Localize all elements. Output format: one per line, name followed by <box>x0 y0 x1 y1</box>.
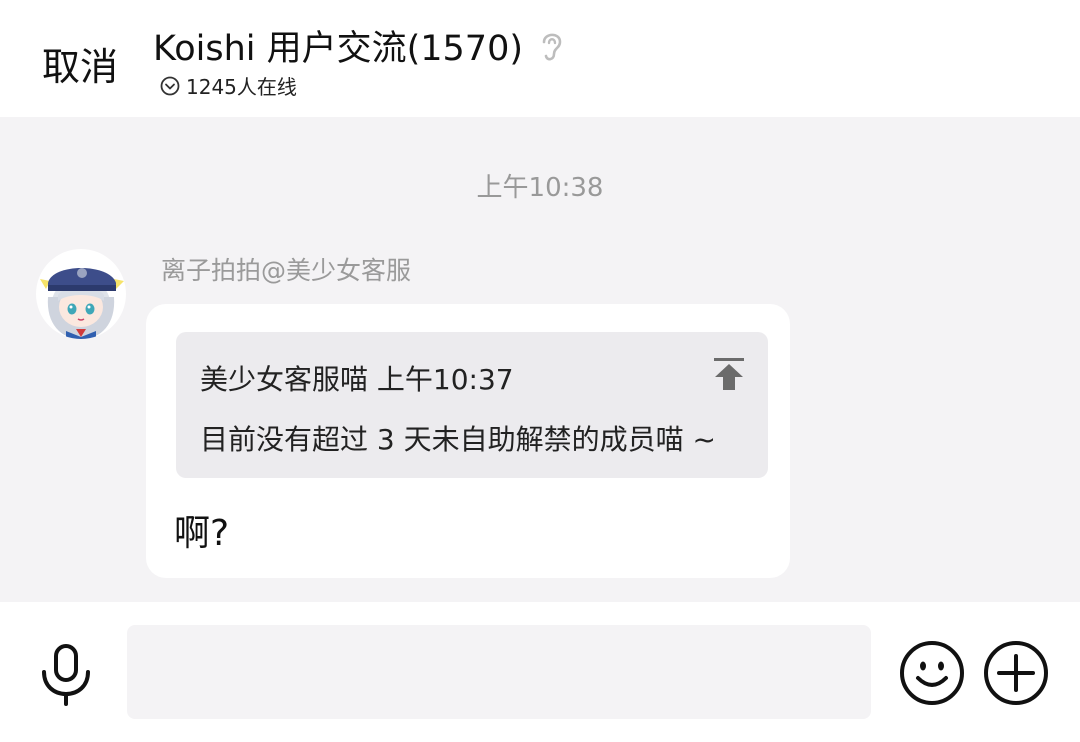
online-count-text: 1245人在线 <box>186 75 297 99</box>
message-input[interactable] <box>127 625 871 719</box>
quote-text: 目前没有超过 3 天未自助解禁的成员喵 ~ <box>200 423 716 456</box>
sender-name[interactable]: 离子拍拍@美少女客服 <box>161 251 411 287</box>
chevron-down-circle-icon <box>160 76 180 95</box>
smiley-icon[interactable] <box>899 640 965 706</box>
time-divider: 上午10:38 <box>476 173 604 203</box>
group-title-text: Koishi 用户交流(1570) <box>153 29 523 69</box>
cancel-button[interactable]: 取消 <box>42 36 118 91</box>
quoted-message[interactable]: 美少女客服喵 上午10:37 目前没有超过 3 天未自助解禁的成员喵 ~ <box>176 332 768 478</box>
plus-circle-icon[interactable] <box>983 640 1049 706</box>
message-text: 啊? <box>174 513 230 554</box>
group-title[interactable]: Koishi 用户交流(1570) <box>153 20 567 71</box>
ear-icon[interactable] <box>537 26 567 66</box>
quote-author-time: 美少女客服喵 上午10:37 <box>200 363 514 396</box>
input-bar <box>0 602 1080 742</box>
chat-area[interactable]: 上午10:38 离子拍拍@美少女客服 美少女客服喵 上午10:37 目前没有超过… <box>0 117 1080 602</box>
anime-avatar-image <box>36 249 126 339</box>
message-bubble[interactable]: 美少女客服喵 上午10:37 目前没有超过 3 天未自助解禁的成员喵 ~ 啊? <box>146 304 790 578</box>
online-count[interactable]: 1245人在线 <box>160 71 297 100</box>
avatar[interactable] <box>36 249 126 339</box>
jump-to-top-icon[interactable] <box>712 356 746 392</box>
chat-header: 取消 Koishi 用户交流(1570) 1245人在线 <box>0 0 1080 117</box>
microphone-icon[interactable] <box>36 642 96 706</box>
